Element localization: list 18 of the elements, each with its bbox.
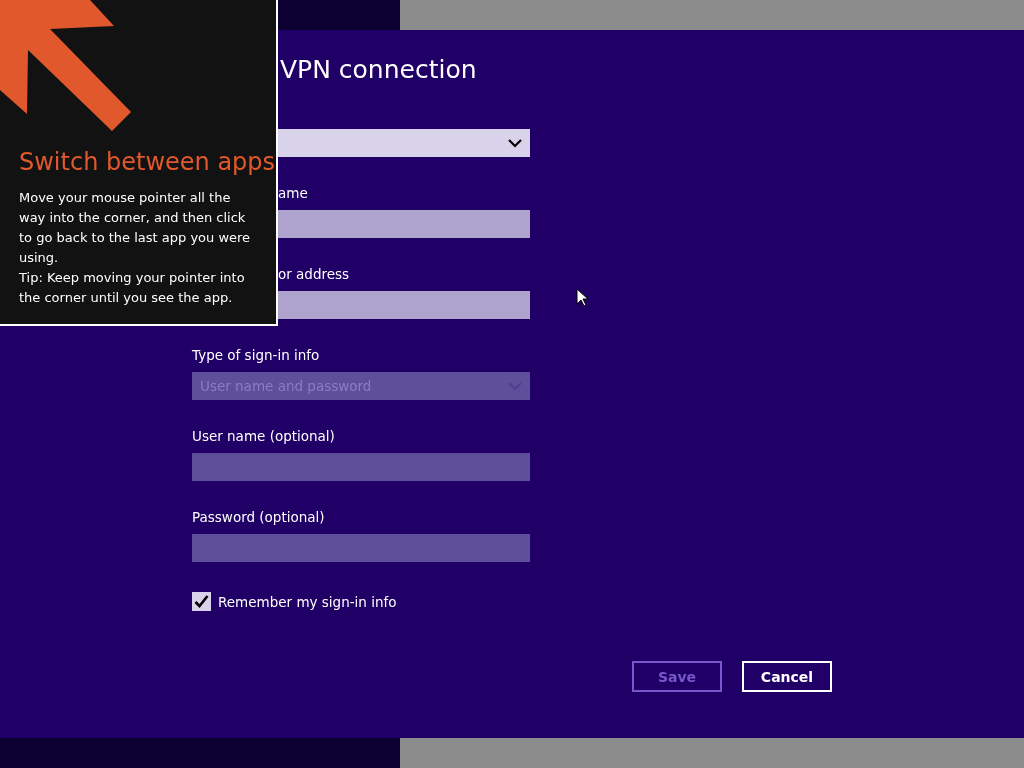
tip-title: Switch between apps [19, 148, 276, 176]
page-title: VPN connection [280, 54, 478, 86]
field-label: User name (optional) [192, 428, 335, 445]
tip-text: Tip: Keep moving your pointer into the corner until you see the app. [19, 269, 246, 307]
cancel-button[interactable]: Cancel [742, 661, 832, 692]
field-label: or address [278, 266, 350, 283]
input-field[interactable] [278, 210, 530, 238]
checkbox-label: Remember my sign-in info [218, 593, 397, 610]
field-label: Password (optional) [192, 509, 325, 526]
tip-text: Move your mouse pointer all the way into the corner, and then click to go back to the last app you were using. [19, 189, 252, 267]
mouse-pointer-icon [576, 288, 588, 307]
dropdown[interactable] [278, 129, 530, 157]
field-label: ame [278, 185, 308, 202]
field-label: Type of sign-in info [192, 347, 320, 364]
input-field[interactable] [278, 291, 530, 319]
chevron-down-icon [508, 138, 522, 148]
checkbox[interactable] [192, 592, 211, 611]
arrow-icon [0, 0, 132, 132]
